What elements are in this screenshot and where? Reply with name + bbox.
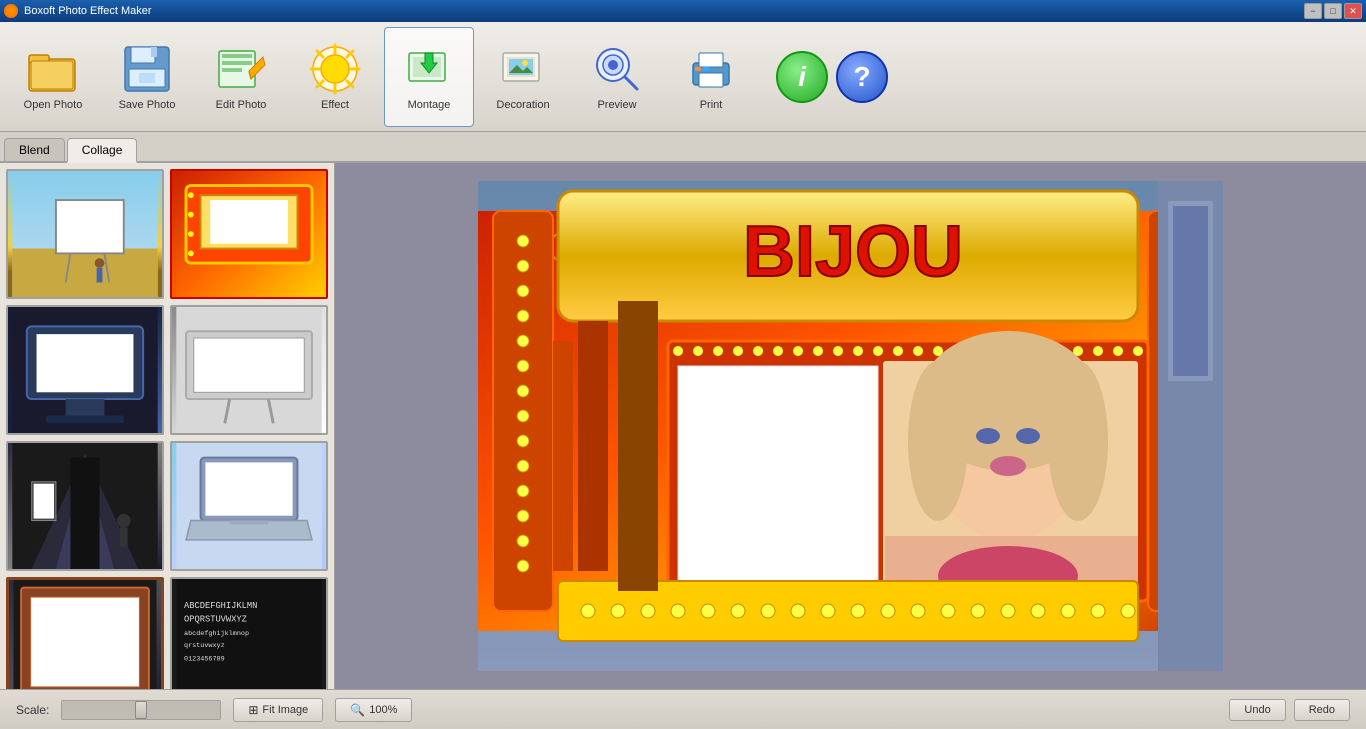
canvas-area: BIJOU <box>335 163 1366 689</box>
montage-icon <box>403 43 455 95</box>
thumbnail-item[interactable]: ABCDEFGHIJKLMN OPQRSTUVWXYZ abcdefghijkl… <box>170 577 328 689</box>
fit-image-button[interactable]: ⊞ Fit Image <box>233 698 323 722</box>
folder-icon <box>27 43 79 95</box>
info-button[interactable]: i <box>776 51 828 103</box>
thumbnail-item[interactable] <box>170 305 328 435</box>
title-bar-left: Boxoft Photo Effect Maker <box>4 4 152 18</box>
decoration-icon <box>497 43 549 95</box>
preview-button[interactable]: Preview <box>572 27 662 127</box>
svg-text:ABCDEFGHIJKLMN: ABCDEFGHIJKLMN <box>184 601 257 611</box>
edit-photo-button[interactable]: Edit Photo <box>196 27 286 127</box>
preview-label: Preview <box>597 99 636 111</box>
svg-text:abcdefghijklmnop: abcdefghijklmnop <box>184 630 249 638</box>
montage-button[interactable]: Montage <box>384 27 474 127</box>
title-bar: Boxoft Photo Effect Maker − □ ✕ <box>0 0 1366 22</box>
edit-icon <box>215 43 267 95</box>
minimize-button[interactable]: − <box>1304 3 1322 19</box>
effect-icon <box>309 43 361 95</box>
save-photo-button[interactable]: Save Photo <box>102 27 192 127</box>
save-photo-label: Save Photo <box>119 99 176 111</box>
effect-label: Effect <box>321 99 349 111</box>
fit-image-icon: ⊞ <box>248 703 258 717</box>
thumbnail-item[interactable] <box>170 441 328 571</box>
preview-icon <box>591 43 643 95</box>
redo-button[interactable]: Redo <box>1294 699 1350 721</box>
bottom-bar: Scale: ⊞ Fit Image 🔍 100% Undo Redo <box>0 689 1366 729</box>
app-icon <box>4 4 18 18</box>
window-title: Boxoft Photo Effect Maker <box>24 5 152 17</box>
open-photo-label: Open Photo <box>24 99 83 111</box>
print-icon <box>685 43 737 95</box>
thumbnail-item[interactable] <box>6 441 164 571</box>
toolbar: Open Photo Save Photo Edi <box>0 22 1366 132</box>
thumbnail-item[interactable] <box>170 169 328 299</box>
effect-button[interactable]: Effect <box>290 27 380 127</box>
scale-label: Scale: <box>16 703 49 717</box>
zoom-level-button[interactable]: 🔍 100% <box>335 698 412 722</box>
decoration-button[interactable]: Decoration <box>478 27 568 127</box>
title-bar-controls[interactable]: − □ ✕ <box>1304 3 1362 19</box>
tab-blend[interactable]: Blend <box>4 138 65 161</box>
tabs-bar: Blend Collage <box>0 132 1366 163</box>
montage-label: Montage <box>408 99 451 111</box>
svg-text:BIJOU: BIJOU <box>743 212 963 292</box>
save-icon <box>121 43 173 95</box>
svg-text:OPQRSTUVWXYZ: OPQRSTUVWXYZ <box>184 615 247 625</box>
thumbnail-item[interactable] <box>6 169 164 299</box>
sidebar-scroll[interactable]: ABCDEFGHIJKLMN OPQRSTUVWXYZ abcdefghijkl… <box>0 163 334 689</box>
main-layout: ABCDEFGHIJKLMN OPQRSTUVWXYZ abcdefghijkl… <box>0 163 1366 689</box>
sidebar: ABCDEFGHIJKLMN OPQRSTUVWXYZ abcdefghijkl… <box>0 163 335 689</box>
tab-collage[interactable]: Collage <box>67 138 138 163</box>
decoration-label: Decoration <box>496 99 549 111</box>
scale-thumb <box>135 701 147 719</box>
undo-redo-group: Undo Redo <box>1229 699 1350 721</box>
scale-slider[interactable] <box>61 700 221 720</box>
help-button[interactable]: ? <box>836 51 888 103</box>
edit-photo-label: Edit Photo <box>216 99 267 111</box>
undo-button[interactable]: Undo <box>1229 699 1285 721</box>
photo-preview: BIJOU <box>478 181 1223 671</box>
close-button[interactable]: ✕ <box>1344 3 1362 19</box>
svg-text:0123456789: 0123456789 <box>184 655 225 663</box>
zoom-icon: 🔍 <box>350 703 365 717</box>
print-label: Print <box>700 99 723 111</box>
maximize-button[interactable]: □ <box>1324 3 1342 19</box>
thumbnail-item[interactable] <box>6 305 164 435</box>
thumbnail-item[interactable] <box>6 577 164 689</box>
print-button[interactable]: Print <box>666 27 756 127</box>
open-photo-button[interactable]: Open Photo <box>8 27 98 127</box>
svg-text:qrstuvwxyz: qrstuvwxyz <box>184 642 225 650</box>
